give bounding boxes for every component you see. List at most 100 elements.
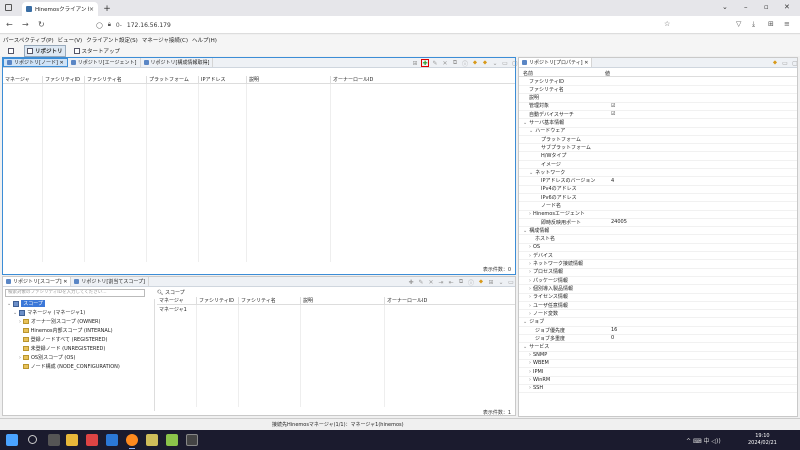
col-facility-id[interactable]: ファシリティID — [43, 76, 85, 83]
property-value[interactable]: ☑ — [611, 103, 615, 109]
tab-repository-property[interactable]: リポジトリ[プロパティ] ✕ — [519, 58, 593, 67]
url-bar[interactable]: ◯ 🔒︎ 0- 172.16.56.179 — [96, 18, 674, 32]
scope-copy-icon[interactable]: ⧉ — [457, 278, 465, 286]
chevron-right-icon[interactable]: › — [529, 352, 531, 358]
pocket-icon[interactable]: ▽ — [736, 20, 741, 28]
minimize-icon[interactable]: – — [744, 3, 748, 11]
node-table-body[interactable] — [3, 84, 515, 262]
tab-assigned-scope[interactable]: リポジトリ[割当てスコープ] — [71, 277, 149, 286]
scope-edit-icon[interactable]: ✎ — [417, 278, 425, 286]
property-row[interactable]: › SSH — [519, 384, 797, 394]
tree-item-owner[interactable]: › オーナー別スコープ (OWNER) — [19, 317, 100, 326]
open-perspective-icon[interactable] — [6, 47, 18, 55]
tree-item-scope[interactable]: ⌄ スコープ — [7, 299, 45, 308]
app-icon[interactable] — [86, 434, 98, 446]
node-map-icon[interactable]: ⊞ — [411, 59, 419, 67]
task-view-icon[interactable] — [48, 434, 60, 446]
property-value[interactable]: 16 — [611, 327, 617, 333]
property-value[interactable]: 4 — [611, 178, 614, 184]
tab-repository-scope[interactable]: リポジトリ[スコープ] ✕ — [3, 277, 72, 286]
filter-icon[interactable]: ⬥ — [471, 59, 479, 67]
col-ip-address[interactable]: IPアドレス — [199, 76, 247, 83]
tree-item-manager[interactable]: ⌄ マネージャ (マネージャ1) — [13, 308, 85, 317]
vscode-icon[interactable] — [106, 434, 118, 446]
chevron-right-icon[interactable]: › — [529, 385, 531, 391]
col-manager[interactable]: マネージャ — [3, 76, 43, 83]
add-node-button[interactable]: ✚ — [421, 59, 429, 67]
chevron-down-icon[interactable]: ⌄ — [529, 170, 533, 176]
maximize-icon[interactable]: ▫ — [764, 3, 769, 11]
chevron-right-icon[interactable]: › — [529, 360, 531, 366]
tree-item-registered[interactable]: 登録ノードすべて (REGISTERED) — [19, 335, 107, 344]
table-row[interactable]: マネージャ1 — [159, 306, 187, 313]
perspective-startup[interactable]: スタートアップ — [72, 46, 123, 56]
property-maximize-icon[interactable]: ▢ — [791, 59, 797, 67]
scope-col-description[interactable]: 説明 — [301, 297, 385, 304]
menu-help[interactable]: ヘルプ(H) — [192, 36, 217, 44]
tab-overview-icon[interactable] — [5, 4, 12, 11]
perspective-repository[interactable]: リポジトリ — [24, 44, 66, 57]
info-icon[interactable]: ⓘ — [461, 59, 469, 68]
chevron-right-icon[interactable]: › — [529, 286, 531, 292]
scope-view-menu-icon[interactable]: ⌄ — [497, 278, 505, 286]
chevron-right-icon[interactable]: › — [529, 253, 531, 259]
scope-assign-icon[interactable]: ⇥ — [437, 278, 445, 286]
col-description[interactable]: 説明 — [247, 76, 331, 83]
refresh-icon[interactable]: ⬥ — [481, 59, 489, 67]
col-facility-name[interactable]: ファシリティ名 — [85, 76, 147, 83]
scope-add-icon[interactable]: ✚ — [407, 278, 415, 286]
browser-tab[interactable]: Hinemosクライアント × — [22, 2, 98, 16]
firefox-icon[interactable] — [126, 434, 138, 449]
menu-manager-connect[interactable]: マネージャ接続(C) — [142, 36, 188, 44]
property-value[interactable]: 0 — [611, 335, 614, 341]
back-icon[interactable]: ← — [6, 20, 13, 29]
col-owner-role[interactable]: オーナーロールID — [331, 76, 415, 83]
scope-col-facility-name[interactable]: ファシリティ名 — [239, 297, 301, 304]
chevron-down-icon[interactable]: ⌄ — [529, 128, 533, 134]
copy-icon[interactable]: ⧉ — [451, 59, 459, 67]
chevron-right-icon[interactable]: › — [529, 269, 531, 275]
scope-minimize-icon[interactable]: ▭ — [507, 278, 515, 286]
menu-perspective[interactable]: パースペクティブ(P) — [3, 36, 54, 44]
system-tray[interactable]: ^ ⌨ 中 ◁)) — [686, 436, 721, 445]
scope-col-owner-role[interactable]: オーナーロールID — [385, 297, 465, 304]
app3-icon[interactable] — [166, 434, 178, 446]
menu-client-settings[interactable]: クライアント設定(S) — [86, 36, 138, 44]
scope-delete-icon[interactable]: ✕ — [427, 278, 435, 286]
tree-item-internal[interactable]: Hinemos内部スコープ (INTERNAL) — [19, 326, 113, 335]
tab-repository-config[interactable]: リポジトリ[構成情報取得] — [141, 58, 214, 67]
windows-start-icon[interactable] — [6, 434, 18, 446]
chevron-down-icon[interactable]: ⌄ — [523, 120, 527, 126]
view-menu-icon[interactable]: ⌄ — [491, 59, 499, 67]
extensions-icon[interactable]: ⊞ — [768, 20, 774, 28]
reload-icon[interactable]: ↻ — [38, 20, 45, 29]
search-icon[interactable] — [28, 435, 37, 444]
chevron-right-icon[interactable]: › — [529, 278, 531, 284]
forward-icon[interactable]: → — [22, 20, 29, 29]
tab-repository-node[interactable]: リポジトリ[ノード] ✕ — [3, 58, 68, 67]
chevron-right-icon[interactable]: › — [529, 311, 531, 317]
menu-icon[interactable]: ≡ — [784, 20, 790, 28]
edit-icon[interactable]: ✎ — [431, 59, 439, 67]
minimize-view-icon[interactable]: ▭ — [501, 59, 509, 67]
tab-repository-agent[interactable]: リポジトリ[エージェント] — [68, 58, 141, 67]
tree-item-os[interactable]: › OS別スコープ (OS) — [19, 353, 75, 362]
chevron-right-icon[interactable]: › — [529, 261, 531, 267]
tree-item-unregistered[interactable]: 未登録ノード (UNREGISTERED) — [19, 344, 105, 353]
property-value[interactable]: 24005 — [611, 219, 627, 225]
scope-col-facility-id[interactable]: ファシリティID — [197, 297, 239, 304]
bookmark-star-icon[interactable]: ☆ — [664, 20, 670, 28]
chevron-right-icon[interactable]: › — [529, 377, 531, 383]
tree-item-node-config[interactable]: ノード構成 (NODE_CONFIGURATION) — [19, 362, 120, 371]
explorer-icon[interactable] — [66, 434, 78, 446]
col-platform[interactable]: プラットフォーム — [147, 76, 199, 83]
menu-view[interactable]: ビュー(V) — [58, 36, 83, 44]
chevron-right-icon[interactable]: › — [529, 244, 531, 250]
scope-release-icon[interactable]: ⇤ — [447, 278, 455, 286]
property-minimize-icon[interactable]: ▭ — [781, 59, 789, 67]
new-tab-icon[interactable]: + — [100, 2, 114, 16]
window-close-icon[interactable]: ✕ — [784, 3, 790, 11]
chevron-right-icon[interactable]: › — [529, 211, 531, 217]
app2-icon[interactable] — [146, 434, 158, 446]
chevron-down-icon[interactable]: ⌄ — [523, 319, 527, 325]
